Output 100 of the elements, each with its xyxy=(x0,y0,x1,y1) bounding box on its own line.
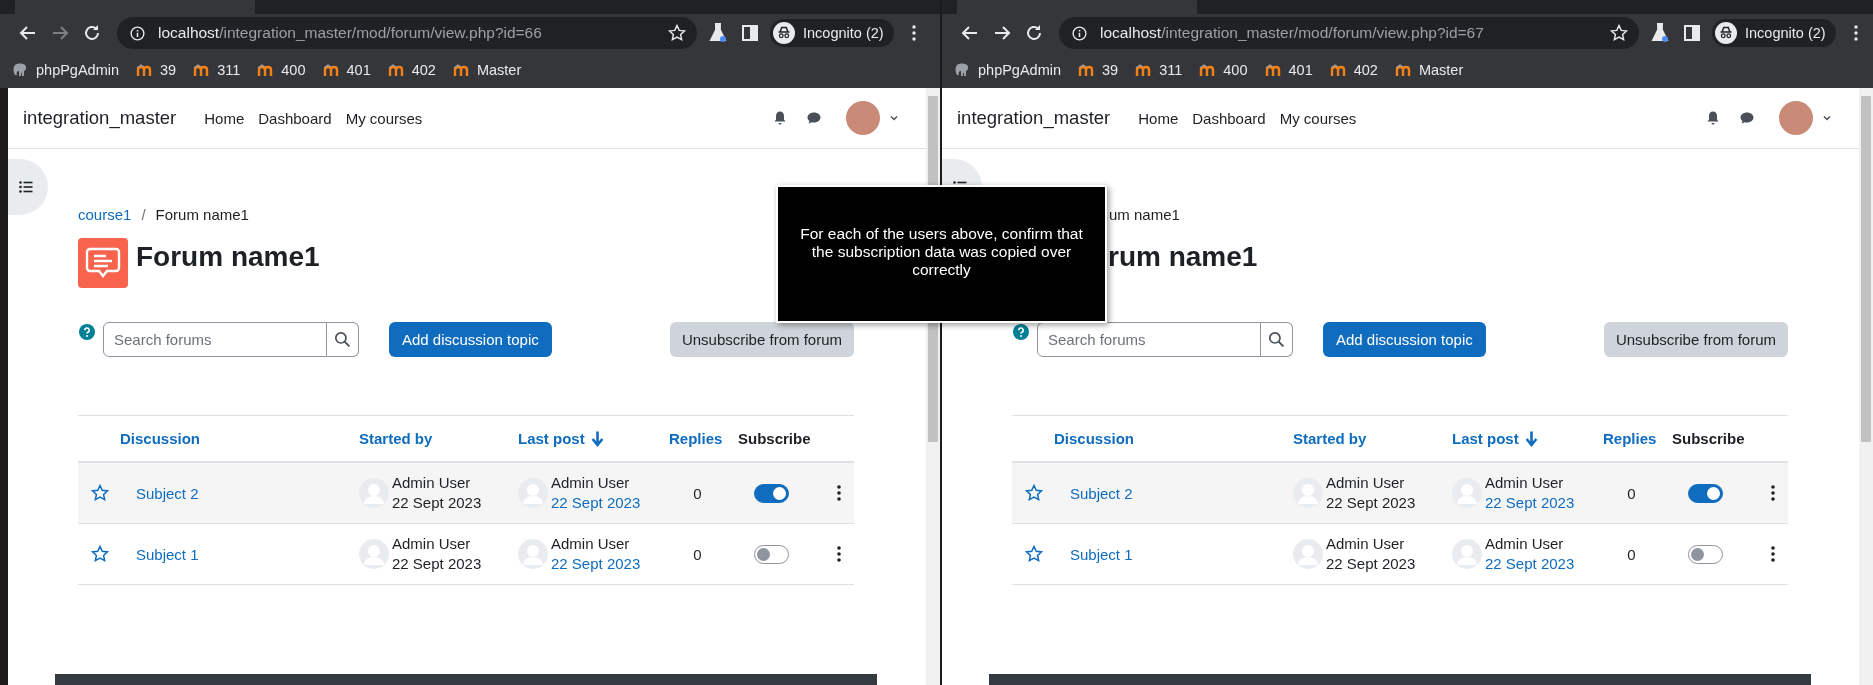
subject-link[interactable]: Subject 2 xyxy=(136,484,199,502)
breadcrumb-link[interactable]: course1 xyxy=(78,205,132,223)
help-icon[interactable] xyxy=(79,324,95,340)
star-icon[interactable] xyxy=(1024,483,1044,503)
column-sort-link[interactable]: Started by xyxy=(359,430,433,447)
last-post-date-link[interactable]: 22 Sept 2023 xyxy=(1485,554,1575,574)
replies-count: 0 xyxy=(693,545,702,563)
moodle-m-icon xyxy=(193,62,210,78)
actions-menu-icon[interactable] xyxy=(1770,484,1776,502)
actions-menu-icon[interactable] xyxy=(836,484,842,502)
add-discussion-button[interactable]: Add discussion topic xyxy=(389,322,552,357)
nav-link[interactable]: Dashboard xyxy=(258,109,332,127)
star-icon[interactable] xyxy=(1024,544,1044,564)
bookmark-item[interactable]: Master xyxy=(1394,62,1464,78)
moodle-m-icon xyxy=(1078,62,1095,78)
tooltip-text: For each of the users above, confirm that the subscription data was copied over correctly xyxy=(800,225,1083,278)
column-sort-link[interactable]: Discussion xyxy=(120,430,201,447)
breadcrumb-separator: / xyxy=(141,205,146,223)
bookmark-item[interactable]: 39 xyxy=(1078,62,1119,78)
subscribe-toggle[interactable] xyxy=(1688,544,1723,564)
nav-link[interactable]: Dashboard xyxy=(1192,109,1266,127)
author-name: Admin User xyxy=(392,534,472,554)
nav-link[interactable]: My courses xyxy=(1279,109,1357,127)
bookmark-item[interactable]: 402 xyxy=(387,62,436,78)
bell-icon[interactable] xyxy=(1705,110,1721,126)
bookmark-item[interactable]: 39 xyxy=(136,62,177,78)
address-bar[interactable]: localhost/integration_master/mod/forum/view.php?id=66 xyxy=(117,17,697,49)
bookmark-item[interactable]: 402 xyxy=(1329,62,1378,78)
column-sort-link[interactable]: Last post xyxy=(518,430,585,447)
column-sort-link[interactable]: Discussion xyxy=(1054,430,1135,447)
moodle-m-icon xyxy=(257,62,274,78)
post-date: 22 Sept 2023 xyxy=(1326,554,1416,574)
moodle-m-icon xyxy=(1264,62,1281,78)
incognito-profile-button[interactable]: Incognito (2) xyxy=(1712,19,1836,47)
incognito-profile-button[interactable]: Incognito (2) xyxy=(770,19,894,47)
moodle-m-icon xyxy=(1135,62,1152,78)
bookmark-star-icon[interactable] xyxy=(667,23,687,43)
incognito-icon xyxy=(1715,22,1737,44)
bookmark-item[interactable]: 400 xyxy=(1199,62,1248,78)
star-icon[interactable] xyxy=(90,483,110,503)
moodle-m-icon xyxy=(387,62,404,78)
bell-icon[interactable] xyxy=(772,110,788,126)
site-name[interactable]: integration_master xyxy=(957,107,1111,129)
actions-menu-icon[interactable] xyxy=(1770,545,1776,563)
subscribe-toggle[interactable] xyxy=(754,544,789,564)
unsubscribe-button[interactable]: Unsubscribe from forum xyxy=(669,322,854,357)
author-name: Admin User xyxy=(551,534,631,554)
subscribe-toggle[interactable] xyxy=(754,483,789,503)
moodle-m-icon xyxy=(1394,62,1411,78)
chat-bubble-icon[interactable] xyxy=(1739,110,1755,126)
drawer-toggle-button[interactable] xyxy=(8,159,48,215)
search-icon xyxy=(334,331,351,348)
star-icon[interactable] xyxy=(90,544,110,564)
sort-down-arrow-icon[interactable] xyxy=(1524,429,1538,448)
bookmark-item[interactable]: phpPgAdmin xyxy=(12,62,120,78)
author-name: Admin User xyxy=(392,473,472,493)
subject-link[interactable]: Subject 1 xyxy=(1070,545,1133,563)
bookmark-star-icon[interactable] xyxy=(1609,23,1629,43)
bookmark-item[interactable]: 401 xyxy=(322,62,371,78)
nav-link[interactable]: Home xyxy=(1138,109,1179,127)
search-button[interactable] xyxy=(1261,322,1293,357)
last-post-date-link[interactable]: 22 Sept 2023 xyxy=(1485,493,1575,513)
author-name: Admin User xyxy=(1326,473,1406,493)
column-sort-link[interactable]: Started by xyxy=(1293,430,1367,447)
bookmark-item[interactable]: phpPgAdmin xyxy=(954,62,1062,78)
last-post-date-link[interactable]: 22 Sept 2023 xyxy=(551,493,641,513)
user-avatar[interactable] xyxy=(846,101,880,135)
subscribe-toggle[interactable] xyxy=(1688,483,1723,503)
help-icon[interactable] xyxy=(1013,324,1029,340)
url-text: localhost/integration_master/mod/forum/view.php?id=66 xyxy=(158,24,543,42)
info-icon[interactable] xyxy=(129,24,146,42)
chat-bubble-icon[interactable] xyxy=(806,110,822,126)
bookmark-item[interactable]: Master xyxy=(452,62,522,78)
info-icon[interactable] xyxy=(1071,24,1088,42)
nav-link[interactable]: Home xyxy=(204,109,245,127)
add-discussion-button[interactable]: Add discussion topic xyxy=(1323,322,1486,357)
search-icon xyxy=(1268,331,1285,348)
bookmark-item[interactable]: 311 xyxy=(193,62,241,78)
actions-menu-icon[interactable] xyxy=(836,545,842,563)
moodle-m-icon xyxy=(322,62,339,78)
search-field[interactable]: Search forums xyxy=(1037,322,1261,357)
subject-link[interactable]: Subject 1 xyxy=(136,545,199,563)
nav-link[interactable]: My courses xyxy=(345,109,423,127)
search-button[interactable] xyxy=(327,322,359,357)
bookmark-item[interactable]: 400 xyxy=(257,62,306,78)
sort-down-arrow-icon[interactable] xyxy=(590,429,604,448)
subject-link[interactable]: Subject 2 xyxy=(1070,484,1133,502)
last-post-date-link[interactable]: 22 Sept 2023 xyxy=(551,554,641,574)
column-sort-link[interactable]: Replies xyxy=(669,430,723,447)
bookmark-item[interactable]: 311 xyxy=(1135,62,1183,78)
user-avatar[interactable] xyxy=(1779,101,1813,135)
column-sort-link[interactable]: Last post xyxy=(1452,430,1519,447)
scrollbar[interactable] xyxy=(1859,88,1873,685)
search-field[interactable]: Search forums xyxy=(103,322,327,357)
author-name: Admin User xyxy=(1485,473,1565,493)
bookmark-item[interactable]: 401 xyxy=(1264,62,1313,78)
column-sort-link[interactable]: Replies xyxy=(1603,430,1657,447)
address-bar[interactable]: localhost/integration_master/mod/forum/view.php?id=67 xyxy=(1059,17,1639,49)
unsubscribe-button[interactable]: Unsubscribe from forum xyxy=(1603,322,1788,357)
site-name[interactable]: integration_master xyxy=(23,107,177,129)
